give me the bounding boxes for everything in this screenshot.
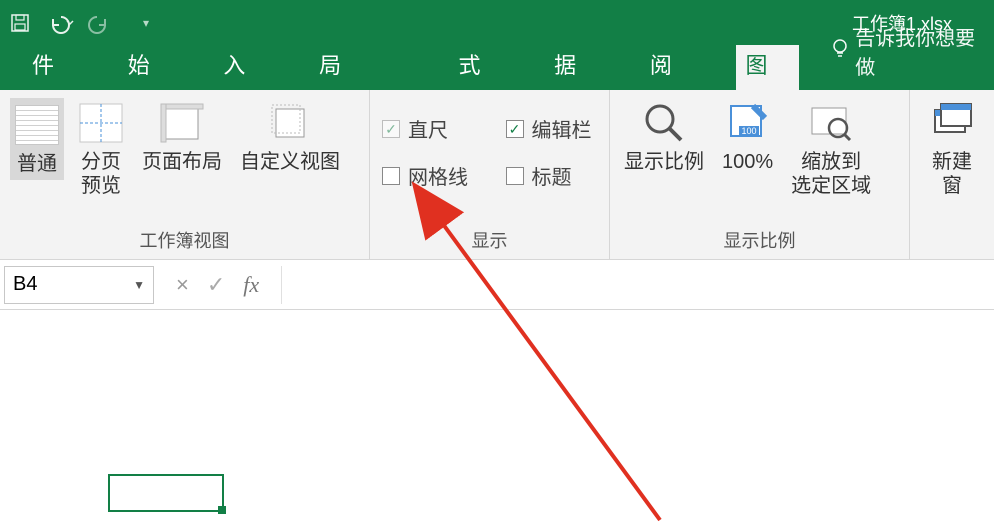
cell-reference: B4: [13, 273, 37, 296]
checkbox-icon: [382, 120, 400, 138]
page-break-icon: [78, 100, 124, 146]
group-label-show: 显示: [380, 223, 599, 255]
formula-bar-row: B4 ▼ × ✓ fx: [0, 260, 994, 310]
redo-icon[interactable]: [94, 13, 114, 33]
checkbox-icon: [506, 120, 524, 138]
custom-views-label: 自定义视图: [240, 150, 340, 174]
zoom-100-icon: 100: [725, 100, 771, 146]
zoom-100-label: 100%: [722, 150, 773, 174]
formula-bar-input[interactable]: [281, 266, 990, 304]
gridlines-label: 网格线: [408, 161, 468, 190]
page-layout-view-button[interactable]: 页面布局: [138, 98, 226, 176]
magnifier-icon: [641, 100, 687, 146]
new-window-icon: [929, 100, 975, 146]
ribbon-tabs: 文件 开始 插入 页面布局 公式 数据 审阅 视图 告诉我你想要做: [0, 45, 994, 90]
ruler-checkbox[interactable]: 直尺: [380, 108, 476, 149]
ruler-label: 直尺: [408, 114, 448, 143]
qat-customize-icon[interactable]: ▾: [136, 13, 156, 33]
formula-bar-checkbox[interactable]: 编辑栏: [504, 108, 600, 149]
tell-me-label: 告诉我你想要做: [855, 22, 994, 80]
zoom-selection-button[interactable]: 缩放到 选定区域: [787, 98, 875, 200]
fx-icon[interactable]: fx: [243, 272, 259, 298]
zoom-100-button[interactable]: 100 100%: [718, 98, 777, 176]
formula-bar-label: 编辑栏: [532, 114, 592, 143]
zoom-label: 显示比例: [624, 150, 704, 174]
headings-label: 标题: [532, 161, 572, 190]
normal-view-icon: [15, 105, 59, 145]
formula-bar-buttons: × ✓ fx: [154, 272, 281, 298]
quick-access-toolbar: ▾: [10, 13, 156, 33]
normal-view-button[interactable]: 普通: [10, 98, 64, 180]
page-break-label: 分页 预览: [81, 150, 121, 198]
tell-me-search[interactable]: 告诉我你想要做: [831, 22, 994, 90]
enter-icon[interactable]: ✓: [207, 272, 225, 298]
undo-icon[interactable]: [52, 13, 72, 33]
group-label-zoom: 显示比例: [620, 223, 899, 255]
new-window-button[interactable]: 新建窗: [920, 98, 984, 200]
group-label-workbook-views: 工作簿视图: [10, 223, 359, 255]
normal-view-label: 普通: [17, 152, 57, 176]
name-box[interactable]: B4 ▼: [4, 266, 154, 304]
cancel-icon[interactable]: ×: [176, 272, 189, 298]
headings-checkbox[interactable]: 标题: [504, 155, 600, 196]
group-window: 新建窗: [910, 90, 994, 259]
zoom-button[interactable]: 显示比例: [620, 98, 708, 176]
zoom-selection-label: 缩放到 选定区域: [791, 150, 871, 198]
group-label-window: [920, 249, 984, 255]
page-break-preview-button[interactable]: 分页 预览: [74, 98, 128, 200]
group-show: 直尺 编辑栏 网格线 标题 显示: [370, 90, 610, 259]
selected-cell[interactable]: [108, 474, 224, 512]
gridlines-checkbox[interactable]: 网格线: [380, 155, 476, 196]
custom-views-button[interactable]: 自定义视图: [236, 98, 344, 176]
checkbox-icon: [506, 167, 524, 185]
group-workbook-views: 普通 分页 预览 页面布局 自定义视图 工作簿视图: [0, 90, 370, 259]
worksheet-area[interactable]: [0, 310, 994, 532]
chevron-down-icon: ▼: [133, 278, 145, 292]
ribbon: 普通 分页 预览 页面布局 自定义视图 工作簿视图: [0, 90, 994, 260]
zoom-selection-icon: [808, 100, 854, 146]
save-icon[interactable]: [10, 13, 30, 33]
page-layout-icon: [159, 100, 205, 146]
checkbox-icon: [382, 167, 400, 185]
page-layout-label: 页面布局: [142, 150, 222, 174]
new-window-label: 新建窗: [924, 150, 980, 198]
svg-text:100: 100: [741, 126, 756, 136]
lightbulb-icon: [831, 38, 849, 64]
group-zoom: 显示比例 100 100% 缩放到 选定区域 显示比例: [610, 90, 910, 259]
custom-views-icon: [267, 100, 313, 146]
